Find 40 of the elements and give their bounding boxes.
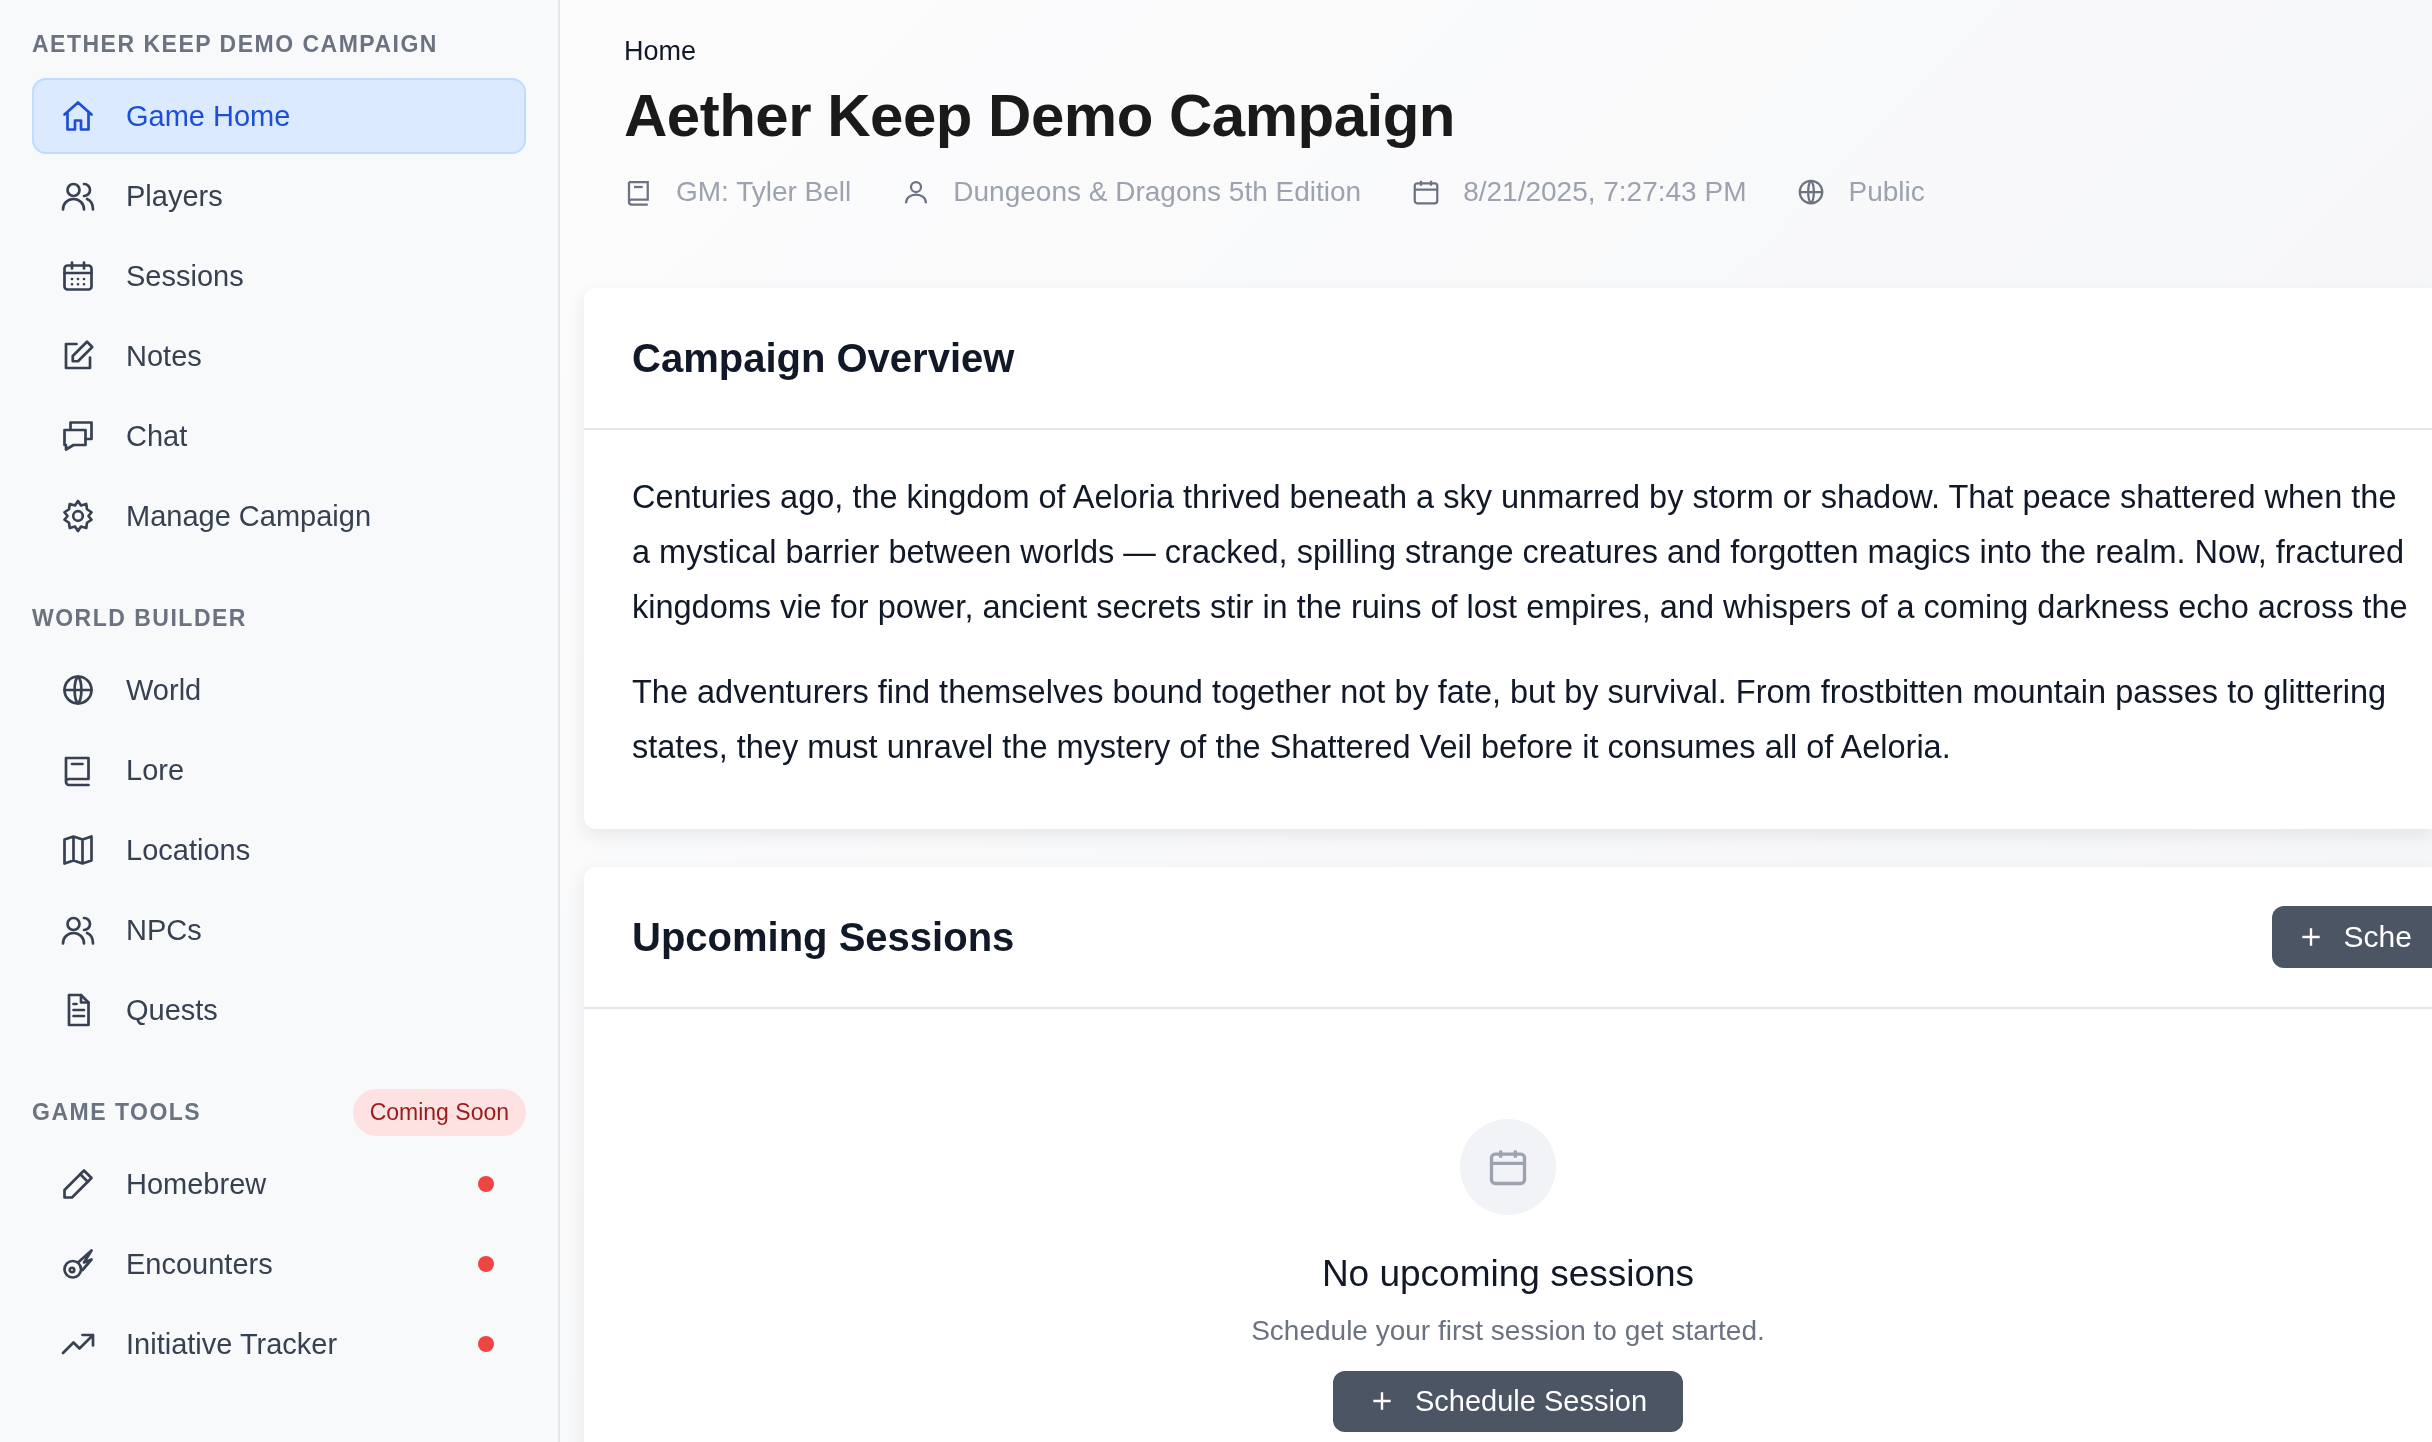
nav-item[interactable]: Initiative Tracker <box>32 1306 526 1382</box>
schedule-button[interactable]: Sche <box>2271 906 2432 968</box>
meta-text: Public <box>1848 176 1925 208</box>
nav-item[interactable]: Chat <box>32 398 526 474</box>
coming-soon-badge: Coming Soon <box>352 1088 526 1136</box>
globe-icon <box>60 672 96 708</box>
nav-item[interactable]: Players <box>32 158 526 234</box>
nav-item[interactable]: Lore <box>32 732 526 808</box>
pencil-icon <box>60 1166 96 1202</box>
meteor-icon <box>60 1246 96 1282</box>
paragraph: The adventurers find themselves bound together not by fate, but by survival. From frostbitten mountain passes to glittering states, they must unravel the mystery of the Shattered Veil before it consumes all of Aeloria. <box>632 673 2388 767</box>
section-heading: AETHER KEEP DEMO CAMPAIGN <box>32 30 438 58</box>
gear-icon <box>60 498 96 534</box>
meta-text: Dungeons & Dragons 5th Edition <box>953 176 1362 208</box>
map-icon <box>60 832 96 868</box>
meta-text: GM: Tyler Bell <box>676 176 852 208</box>
page-title: Aether Keep Demo Campaign <box>624 81 1456 150</box>
nav-item[interactable]: Notes <box>32 318 526 394</box>
breadcrumb[interactable]: Home <box>624 36 2432 67</box>
nav-item[interactable]: Sessions <box>32 238 526 314</box>
schedule-session-button[interactable]: Schedule Session <box>1332 1371 1684 1432</box>
card-title: Campaign Overview <box>632 335 1015 381</box>
chat-icon <box>60 418 96 454</box>
nav-item[interactable]: Encounters <box>32 1226 526 1302</box>
meta-text: 8/21/2025, 7:27:43 PM <box>1463 176 1747 208</box>
paragraph: Centuries ago, the kingdom of Aeloria thrived beneath a sky unmarred by storm or shadow. That peace shattered when the a mystical barrier between worlds — cracked, spilling strange creatures and forgotten magics into the realm. Now, fractured kingdoms vie for power, ancient secrets stir in the ruins of lost empires, and whispers of a coming darkness echo across the <box>632 478 2409 627</box>
nav-item[interactable]: Homebrew <box>32 1146 526 1222</box>
section-heading: WORLD BUILDER <box>32 604 247 632</box>
empty-text: Schedule your first session to get started. <box>1251 1315 1765 1347</box>
nav-item[interactable]: NPCs <box>32 892 526 968</box>
empty-title: No upcoming sessions <box>1321 1253 1695 1295</box>
nav-item[interactable]: World <box>32 652 526 728</box>
card-title: Upcoming Sessions <box>632 914 1015 960</box>
nav-item[interactable]: Manage Campaign <box>32 478 526 554</box>
nav-item[interactable]: Game Home <box>32 78 526 154</box>
home-icon <box>60 98 96 134</box>
nav-item[interactable]: Locations <box>32 812 526 888</box>
calendar-icon <box>60 258 96 294</box>
section-heading: GAME TOOLS <box>32 1098 202 1126</box>
nav-item[interactable]: Quests <box>32 972 526 1048</box>
